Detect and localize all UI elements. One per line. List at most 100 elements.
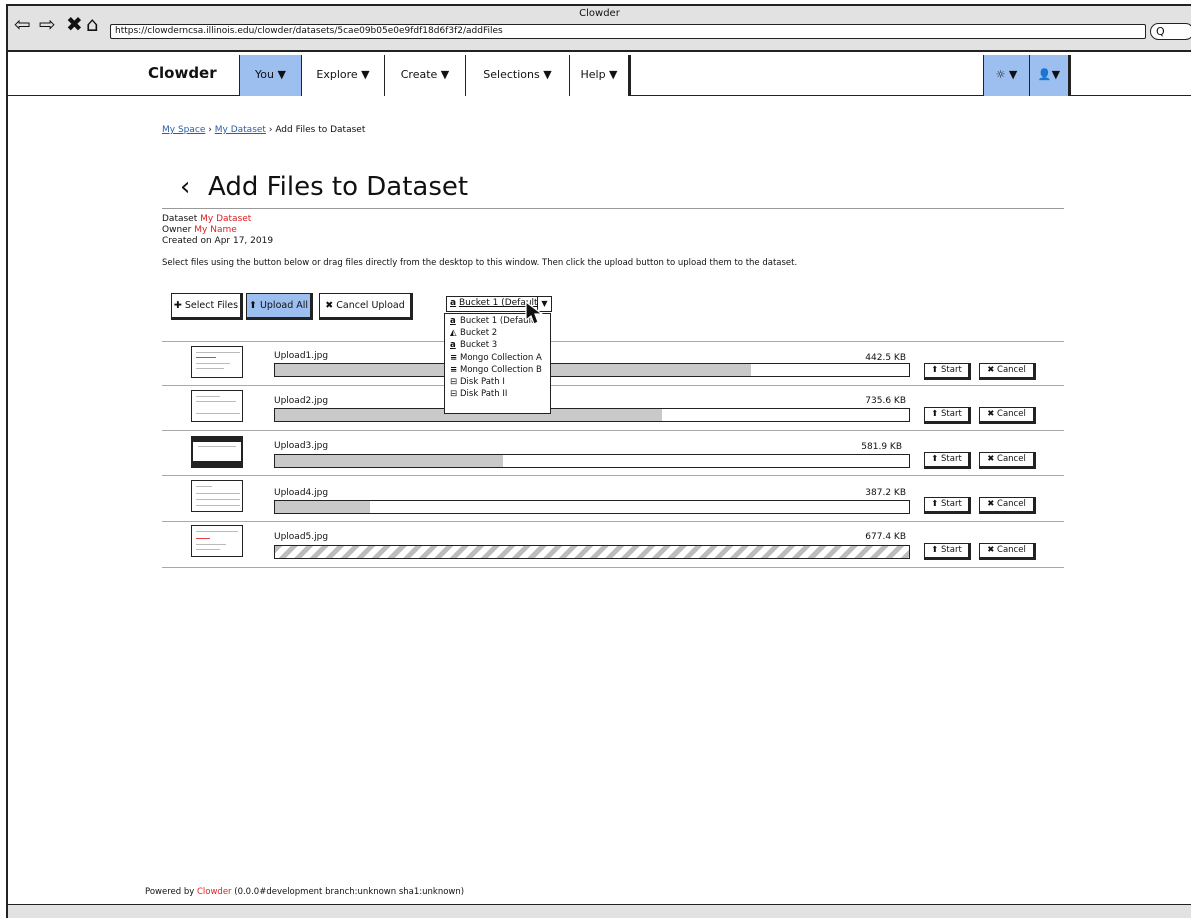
page-title: ‹ Add Files to Dataset xyxy=(180,172,468,202)
start-button[interactable]: ⬆ Start xyxy=(924,543,971,560)
cancel-button[interactable]: ✖ Cancel xyxy=(979,363,1036,380)
cancel-button[interactable]: ✖ Cancel xyxy=(979,407,1036,424)
nav-tab-create[interactable]: Create ▼ xyxy=(384,55,465,96)
file-size: 442.5 KB xyxy=(865,353,906,363)
user-menu-button[interactable]: 👤▼ xyxy=(1029,55,1071,96)
forward-icon[interactable]: ⇨ xyxy=(39,14,56,34)
nav-tab-you[interactable]: You ▼ xyxy=(239,55,301,96)
amazon-icon: a xyxy=(450,340,456,351)
file-name: Upload3.jpg xyxy=(274,441,329,451)
upload-progress-bar xyxy=(274,408,910,422)
breadcrumb-my-dataset[interactable]: My Dataset xyxy=(215,125,266,135)
row-divider xyxy=(162,385,1064,386)
breadcrumb-separator: › xyxy=(208,125,212,135)
close-icon: ✖ xyxy=(987,365,995,375)
instructions-text: Select files using the button below or d… xyxy=(162,258,798,268)
file-thumbnail xyxy=(191,436,243,468)
mouse-cursor-icon xyxy=(525,301,544,325)
file-thumbnail xyxy=(191,346,243,378)
file-thumbnail xyxy=(191,480,243,512)
upload-progress-bar xyxy=(274,500,910,514)
nav-tab-help[interactable]: Help ▼ xyxy=(569,55,631,96)
upload-all-button[interactable]: ⬆ Upload All xyxy=(246,293,313,320)
storage-option-bucket-3[interactable]: a Bucket 3 xyxy=(445,339,550,351)
cancel-upload-label: Cancel Upload xyxy=(336,300,405,311)
brand-logo[interactable]: Clowder xyxy=(148,64,217,82)
breadcrumb-my-space[interactable]: My Space xyxy=(162,125,205,135)
file-size: 677.4 KB xyxy=(865,532,906,542)
home-icon[interactable]: ⌂ xyxy=(86,14,99,34)
select-files-label: Select Files xyxy=(184,300,239,311)
file-name: Upload1.jpg xyxy=(274,351,329,361)
start-button[interactable]: ⬆ Start xyxy=(924,452,971,469)
browser-statusbar xyxy=(8,904,1191,918)
file-name: Upload5.jpg xyxy=(274,532,329,542)
database-icon: ≡ xyxy=(450,352,458,363)
row-divider xyxy=(162,521,1064,522)
row-divider xyxy=(162,341,1064,342)
nav-tab-selections[interactable]: Selections ▼ xyxy=(465,55,569,96)
back-icon[interactable]: ⇦ xyxy=(14,14,31,34)
storage-option-mongo-a[interactable]: ≡ Mongo Collection A xyxy=(445,352,550,364)
storage-option-disk-1[interactable]: ⊟ Disk Path I xyxy=(445,376,550,388)
amazon-icon: a xyxy=(450,298,457,308)
progress-fill xyxy=(275,455,504,467)
row-divider xyxy=(162,567,1064,568)
breadcrumb-separator: › xyxy=(268,125,273,135)
row-divider xyxy=(162,430,1064,431)
start-button[interactable]: ⬆ Start xyxy=(924,407,971,424)
upload-circle-icon: ⬆ xyxy=(931,545,939,555)
page-title-text: Add Files to Dataset xyxy=(208,172,469,202)
cancel-upload-button[interactable]: ✖ Cancel Upload xyxy=(319,293,413,320)
upload-circle-icon: ⬆ xyxy=(931,409,939,419)
upload-circle-icon: ⬆ xyxy=(931,454,939,464)
storage-option-mongo-b[interactable]: ≡ Mongo Collection B xyxy=(445,364,550,376)
select-files-button[interactable]: ✚ Select Files xyxy=(171,293,243,320)
file-thumbnail xyxy=(191,390,243,422)
upload-progress-bar xyxy=(274,363,910,377)
bucket-icon: ◭ xyxy=(450,328,457,339)
dataset-label: Dataset xyxy=(162,214,198,224)
owner-label: Owner xyxy=(162,225,192,235)
dataset-link[interactable]: My Dataset xyxy=(200,214,251,224)
amazon-icon: a xyxy=(450,316,456,326)
owner-link[interactable]: My Name xyxy=(194,225,237,235)
file-thumbnail xyxy=(191,525,243,557)
dataset-info: Dataset My Dataset xyxy=(162,214,251,224)
close-icon: ✖ xyxy=(987,409,995,419)
close-icon: ✖ xyxy=(325,300,334,311)
cancel-button[interactable]: ✖ Cancel xyxy=(979,543,1036,560)
start-button[interactable]: ⬆ Start xyxy=(924,497,971,514)
file-size: 735.6 KB xyxy=(865,396,906,406)
upload-circle-icon: ⬆ xyxy=(931,365,939,375)
owner-info: Owner My Name xyxy=(162,225,237,235)
footer-clowder-link[interactable]: Clowder xyxy=(197,887,232,897)
nav-tab-explore[interactable]: Explore ▼ xyxy=(301,55,384,96)
file-name: Upload2.jpg xyxy=(274,396,329,406)
search-icon[interactable]: Q xyxy=(1150,23,1191,40)
file-size: 387.2 KB xyxy=(865,488,906,498)
plus-icon: ✚ xyxy=(173,300,182,311)
upload-circle-icon: ⬆ xyxy=(931,499,939,509)
storage-dropdown-menu: a Bucket 1 (Default) ◭ Bucket 2 a Bucket 3 … xyxy=(444,313,551,414)
hdd-icon: ⊟ xyxy=(450,389,458,400)
cancel-button[interactable]: ✖ Cancel xyxy=(979,497,1036,514)
progress-fill xyxy=(275,501,371,513)
row-divider xyxy=(162,475,1064,476)
address-bar[interactable]: https://clowderncsa.illinois.edu/clowder… xyxy=(110,24,1146,39)
stop-icon[interactable]: ✖ xyxy=(66,14,83,34)
storage-option-disk-2[interactable]: ⊟ Disk Path II xyxy=(445,388,550,400)
breadcrumb-current: Add Files to Dataset xyxy=(275,125,366,135)
storage-option-bucket-2[interactable]: ◭ Bucket 2 xyxy=(445,327,550,339)
settings-menu-button[interactable]: ☼ ▼ xyxy=(983,55,1029,96)
hdd-icon: ⊟ xyxy=(450,376,458,387)
upload-all-label: Upload All xyxy=(259,300,309,311)
title-divider xyxy=(162,208,1064,209)
close-icon: ✖ xyxy=(987,454,995,464)
upload-progress-bar xyxy=(274,545,910,559)
back-chevron-icon[interactable]: ‹ xyxy=(180,172,208,202)
start-button[interactable]: ⬆ Start xyxy=(924,363,971,380)
database-icon: ≡ xyxy=(450,364,458,375)
window-title: Clowder xyxy=(579,8,620,19)
cancel-button[interactable]: ✖ Cancel xyxy=(979,452,1036,469)
